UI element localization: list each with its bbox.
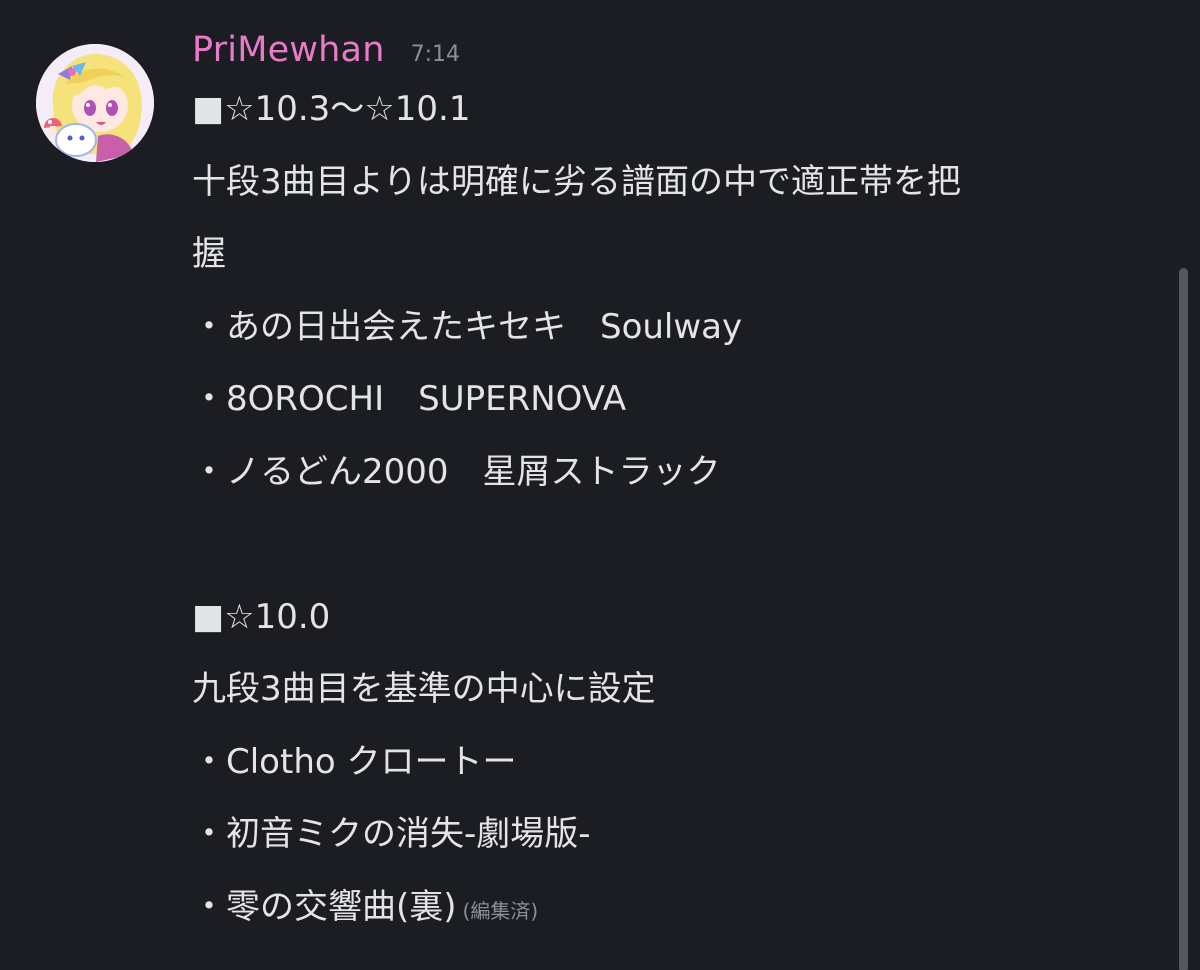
message-line: 握: [192, 234, 226, 274]
message-line: ・8OROCHI SUPERNOVA: [192, 379, 627, 419]
message-line: 十段3曲目よりは明確に劣る譜面の中で適正帯を把: [192, 161, 961, 202]
message-line-last: ・零の交響曲(裏) (編集済): [192, 878, 1157, 951]
message-line: ・初音ミクの消失-劇場版-: [192, 814, 591, 854]
message-line: ■☆10.3〜☆10.1: [192, 89, 471, 129]
message-line: 九段3曲目を基準の中心に設定: [192, 669, 656, 709]
message-line: ■☆10.0: [192, 596, 331, 637]
chat-message: PriMewhan 7:14 ■☆10.3〜☆10.1 十段3曲目よりは明確に劣…: [0, 0, 1170, 970]
edited-label: (編集済): [462, 898, 539, 923]
scrollbar-thumb[interactable]: [1179, 268, 1188, 970]
timestamp: 7:14: [410, 42, 460, 67]
message-line-blank: [192, 515, 1157, 588]
message-line: ・ノるどん2000 星屑ストラック: [192, 451, 721, 492]
message-line: ・あの日出会えたキセキ Soulway: [192, 306, 743, 347]
message-header: PriMewhan 7:14: [192, 30, 460, 80]
message-line-text: ・零の交響曲(裏): [192, 886, 457, 927]
message-body: ■☆10.3〜☆10.1 十段3曲目よりは明確に劣る譜面の中で適正帯を把 握 ・…: [192, 80, 1157, 950]
username[interactable]: PriMewhan: [192, 30, 385, 70]
anime-girl-avatar-icon[interactable]: [36, 44, 154, 162]
message-line: ・Clotho クロートー: [192, 741, 517, 782]
